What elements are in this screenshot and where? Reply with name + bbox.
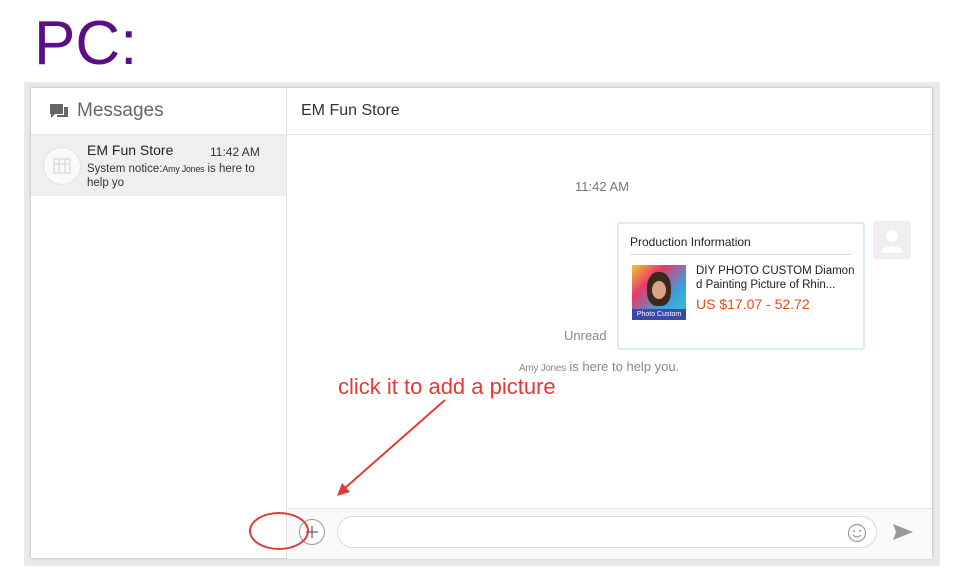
chat-title: EM Fun Store [301,102,400,119]
sidebar-title: Messages [77,100,164,121]
notice-text: is here to help you. [565,359,680,374]
system-notice: Amy Jones is here to help you. [519,359,679,374]
product-image-caption: Photo Custom [632,309,686,320]
store-icon [53,158,71,174]
input-bar [287,508,932,559]
store-avatar [43,147,81,185]
conversation-time: 11:42 AM [210,145,260,159]
product-card[interactable]: Production Information Photo Custom DIY … [617,222,865,350]
unread-label: Unread [564,328,607,343]
card-divider [630,254,852,255]
portrait-figure [647,272,671,306]
chat-header: EM Fun Store [287,88,932,135]
user-avatar [873,221,911,259]
sidebar: Messages EM Fun Store 11:42 AM System no… [31,88,287,558]
messenger-window: Messages EM Fun Store 11:42 AM System no… [31,88,932,559]
conversation-item[interactable]: EM Fun Store 11:42 AM System notice:Amy … [31,135,286,196]
highlight-circle [249,512,309,550]
chat-panel: EM Fun Store 11:42 AM Production Informa… [287,88,932,559]
preview-prefix: System notice: [87,163,163,175]
conversation-preview: System notice:Amy Jones is here to help … [87,162,273,190]
card-title: Production Information [630,235,751,249]
chat-timestamp: 11:42 AM [575,179,629,194]
conversation-name: EM Fun Store [87,142,174,158]
page-heading: PC: [34,9,138,78]
messages-icon [50,104,68,118]
preview-user: Amy Jones [162,164,205,174]
product-name[interactable]: DIY PHOTO CUSTOM Diamond Painting Pictur… [696,264,856,292]
send-icon[interactable] [892,522,914,542]
product-price: US $17.07 - 52.72 [696,296,810,312]
message-input[interactable] [337,516,877,548]
annotation-text: click it to add a picture [338,374,556,399]
emoji-icon[interactable] [847,523,867,543]
product-image[interactable]: Photo Custom [632,265,686,320]
sidebar-header: Messages [31,88,286,135]
notice-user: Amy Jones [519,363,566,374]
user-avatar-icon [881,230,903,253]
